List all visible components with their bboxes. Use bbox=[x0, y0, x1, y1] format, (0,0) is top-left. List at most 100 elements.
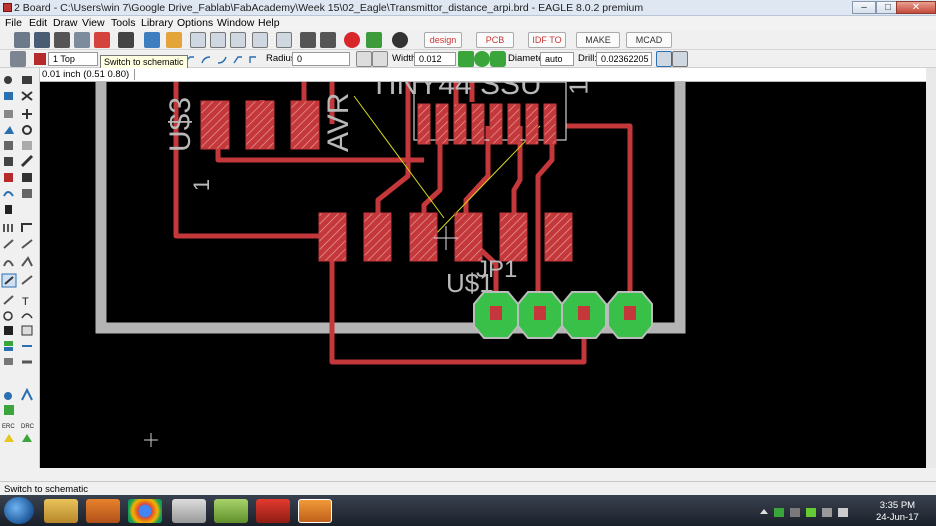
ratsnest-icon[interactable] bbox=[2, 390, 16, 402]
diameter-select[interactable]: auto bbox=[540, 52, 574, 66]
via-layers-icon[interactable] bbox=[672, 51, 688, 67]
move-icon[interactable] bbox=[2, 108, 16, 120]
add-icon[interactable] bbox=[2, 172, 16, 184]
wire-bend-icons[interactable] bbox=[180, 52, 260, 66]
wire-icon[interactable] bbox=[2, 294, 16, 306]
menu-draw[interactable]: Draw bbox=[53, 17, 78, 29]
meander-icon[interactable] bbox=[2, 256, 16, 268]
design-link-button[interactable]: design link bbox=[424, 32, 462, 59]
eagle-taskbar-icon[interactable] bbox=[298, 499, 332, 523]
menu-file[interactable]: File bbox=[5, 17, 22, 29]
horizontal-scrollbar[interactable] bbox=[0, 468, 936, 481]
autoroute-icon[interactable] bbox=[21, 256, 35, 268]
start-button[interactable] bbox=[4, 497, 34, 524]
board-canvas[interactable]: U$3 1 AVR TINY44 SSU 1 JP1 U$1 bbox=[40, 82, 936, 468]
explorer-icon[interactable] bbox=[44, 499, 78, 523]
name-icon[interactable] bbox=[2, 188, 16, 200]
change-icon[interactable] bbox=[21, 156, 35, 168]
via-tool-icon[interactable] bbox=[2, 404, 16, 416]
undo-icon[interactable] bbox=[300, 32, 316, 48]
close-button[interactable]: ✕ bbox=[896, 1, 936, 14]
via-icon[interactable] bbox=[656, 51, 672, 67]
via-shape-round-icon[interactable] bbox=[474, 51, 490, 67]
taskbar-clock[interactable]: 3:35 PM 24-Jun-17 bbox=[876, 500, 919, 524]
route-diff-icon[interactable] bbox=[21, 274, 35, 286]
delete-icon[interactable] bbox=[2, 156, 16, 168]
rect-icon[interactable] bbox=[2, 325, 16, 337]
save-icon[interactable] bbox=[34, 32, 50, 48]
command-input[interactable] bbox=[134, 69, 934, 80]
mirror-icon[interactable] bbox=[2, 126, 16, 138]
autocad-icon[interactable] bbox=[256, 499, 290, 523]
pcb-quote-button[interactable]: PCB QUOTE bbox=[476, 32, 514, 59]
arc-icon[interactable] bbox=[21, 310, 35, 322]
print-icon[interactable] bbox=[54, 32, 70, 48]
go-icon[interactable] bbox=[366, 32, 382, 48]
signal-icon[interactable] bbox=[21, 340, 35, 352]
make-button[interactable]: MAKE bbox=[576, 32, 620, 48]
value-icon[interactable] bbox=[21, 188, 35, 200]
schematic-switch-icon[interactable] bbox=[94, 32, 110, 48]
cam-icon[interactable] bbox=[74, 32, 90, 48]
script-icon[interactable] bbox=[144, 32, 160, 48]
open-icon[interactable] bbox=[14, 32, 30, 48]
text-icon[interactable] bbox=[21, 294, 35, 306]
route-icon[interactable] bbox=[2, 274, 16, 286]
menu-edit[interactable]: Edit bbox=[29, 17, 47, 29]
sticky-notes-icon[interactable] bbox=[214, 499, 248, 523]
width-input[interactable]: 0.012 bbox=[414, 52, 456, 66]
miter-icon[interactable] bbox=[21, 222, 35, 234]
circle-icon[interactable] bbox=[2, 310, 16, 322]
move-crosshair-icon[interactable] bbox=[21, 108, 35, 120]
replace-icon[interactable] bbox=[21, 172, 35, 184]
stop-icon[interactable] bbox=[344, 32, 360, 48]
lock-icon[interactable] bbox=[2, 204, 16, 216]
menu-view[interactable]: View bbox=[82, 17, 105, 29]
layer-select[interactable]: 1 Top bbox=[48, 52, 98, 66]
minimize-button[interactable]: – bbox=[852, 1, 876, 14]
eagle-app-icon[interactable] bbox=[3, 3, 12, 12]
display-icon[interactable] bbox=[2, 90, 16, 102]
drc-icon[interactable] bbox=[21, 420, 35, 432]
redo-icon[interactable] bbox=[320, 32, 336, 48]
help-icon[interactable] bbox=[392, 32, 408, 48]
miter-straight-icon[interactable] bbox=[372, 51, 388, 67]
optimize-icon[interactable] bbox=[21, 238, 35, 250]
copy-icon[interactable] bbox=[2, 141, 16, 153]
zoom-select-icon[interactable] bbox=[276, 32, 292, 48]
layers-icon[interactable] bbox=[2, 340, 16, 352]
radius-input[interactable]: 0 bbox=[292, 52, 350, 66]
rotate-icon[interactable] bbox=[21, 126, 35, 138]
dimension-icon[interactable] bbox=[21, 356, 35, 368]
drill-input[interactable]: 0.02362205 bbox=[596, 52, 652, 66]
menu-window[interactable]: Window bbox=[217, 17, 254, 29]
menu-options[interactable]: Options bbox=[177, 17, 213, 29]
polygon-icon[interactable] bbox=[21, 325, 35, 337]
library-icon[interactable] bbox=[118, 32, 134, 48]
split-icon[interactable] bbox=[2, 238, 16, 250]
ulp-icon[interactable] bbox=[166, 32, 182, 48]
via-shape-octagon-icon[interactable] bbox=[490, 51, 506, 67]
paste-icon[interactable] bbox=[21, 141, 35, 153]
zoom-out-icon[interactable] bbox=[230, 32, 246, 48]
ripup-icon[interactable] bbox=[2, 222, 16, 234]
menu-help[interactable]: Help bbox=[258, 17, 280, 29]
erc-warning-icon[interactable] bbox=[2, 434, 16, 446]
inkscape-icon[interactable] bbox=[172, 499, 206, 523]
mark-icon[interactable] bbox=[21, 90, 35, 102]
attribute-icon[interactable] bbox=[21, 390, 35, 402]
miter-round-icon[interactable] bbox=[356, 51, 372, 67]
grid-icon[interactable] bbox=[10, 51, 26, 67]
chrome-icon[interactable] bbox=[128, 499, 162, 523]
zoom-in-icon[interactable] bbox=[210, 32, 226, 48]
media-player-icon[interactable] bbox=[86, 499, 120, 523]
drc-check-icon[interactable] bbox=[21, 434, 35, 446]
menu-tools[interactable]: Tools bbox=[111, 17, 136, 29]
via-shape-square-icon[interactable] bbox=[458, 51, 474, 67]
hole-icon[interactable] bbox=[2, 356, 16, 368]
idf-to-3d-button[interactable]: IDF TO 3D bbox=[528, 32, 566, 59]
mcad-button[interactable]: MCAD bbox=[626, 32, 672, 48]
erc-icon[interactable] bbox=[2, 420, 16, 432]
info-icon[interactable] bbox=[2, 74, 16, 86]
vertical-scrollbar[interactable] bbox=[926, 68, 936, 468]
